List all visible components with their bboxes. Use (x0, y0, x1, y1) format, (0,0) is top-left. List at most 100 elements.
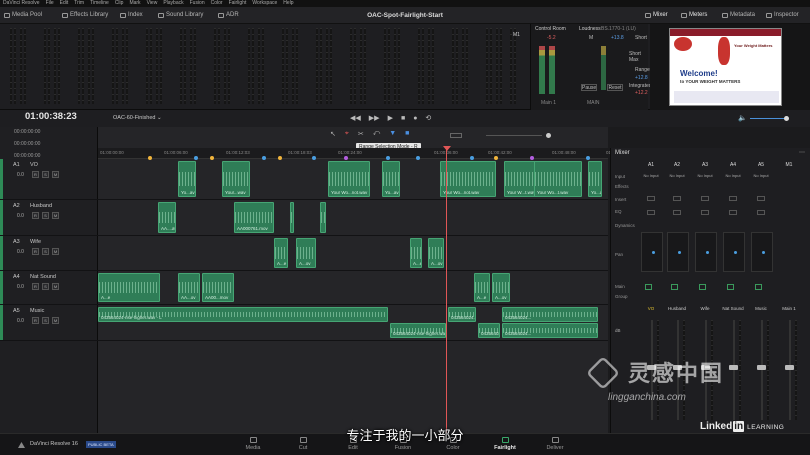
pan-control[interactable] (723, 232, 745, 272)
menu-view[interactable]: View (147, 0, 158, 7)
mixer-slot-button[interactable] (673, 196, 681, 201)
main-bus-button[interactable] (727, 284, 734, 290)
track-lane[interactable]: 043564024-rise-higher.wav - L 043564024-r… (98, 305, 606, 340)
mixer-input-select[interactable]: No Input (693, 173, 717, 178)
reset-button[interactable]: Reset (607, 84, 623, 91)
mixer-slot-button[interactable] (647, 210, 655, 215)
mute-button[interactable]: M (52, 171, 59, 178)
mixer-slot-button[interactable] (673, 210, 681, 215)
sound-library-button[interactable]: Sound Library (158, 7, 203, 24)
track-row-a2[interactable]: A2 Husband 0.0 R S M AA....av AA000761.mov (0, 200, 608, 236)
audio-clip[interactable]: 043564024-rise-higher.wav - R (390, 323, 446, 338)
audio-clip[interactable]: Your Wo...not.wav (440, 161, 496, 197)
audio-clip[interactable] (320, 202, 326, 233)
track-lane[interactable]: A...e AA...ov AA00...mov A...e A...ov (98, 271, 606, 304)
razor-icon[interactable]: ✂ (358, 130, 364, 138)
audio-clip[interactable]: A...ov (296, 238, 316, 268)
track-row-a4[interactable]: A4 Nat Sound 0.0 R S M A...e AA...ov AA00...mov A… (0, 271, 608, 305)
mixer-input-select[interactable]: No Input (665, 173, 689, 178)
dim-output[interactable]: MAIN (587, 100, 600, 106)
media-pool-button[interactable]: Media Pool (4, 7, 42, 24)
audio-clip[interactable]: 043564024-rise-higher.wav - L (98, 307, 388, 322)
menu-playback[interactable]: Playback (163, 0, 183, 7)
track-lane[interactable]: Yo...av Your...wav Your Wo...not.wav Yo...a… (98, 159, 606, 199)
audio-clip[interactable]: A...e (98, 273, 160, 302)
timeline-selector[interactable]: OAC-60-Finished ⌄ (113, 110, 162, 127)
audio-clip[interactable]: Your Wo...not.wav (328, 161, 370, 197)
range-selection-icon[interactable]: ⌖ (345, 130, 349, 138)
menu-file[interactable]: File (46, 0, 54, 7)
audio-clip[interactable]: AA....av (158, 202, 176, 233)
play-icon[interactable]: ▶ (388, 110, 393, 127)
main-bus-button[interactable] (645, 284, 652, 290)
menu-fusion[interactable]: Fusion (190, 0, 205, 7)
audio-clip[interactable]: AA000761.mov (234, 202, 274, 233)
audio-clip[interactable]: AA...ov (178, 273, 200, 302)
index-button[interactable]: Index (120, 7, 143, 24)
menu-workspace[interactable]: Workspace (252, 0, 277, 7)
audio-clip[interactable]: Yo...av (178, 161, 196, 197)
playhead[interactable] (446, 148, 447, 433)
solo-button[interactable]: S (42, 248, 49, 255)
audio-clip[interactable]: Your Wo...t.wav (534, 161, 582, 197)
menu-trim[interactable]: Trim (74, 0, 84, 7)
pan-control[interactable] (751, 232, 773, 272)
inspector-button[interactable]: Inspector (766, 7, 799, 24)
snap-icon[interactable]: ⤺ (373, 130, 380, 138)
pan-control[interactable] (695, 232, 717, 272)
menu-mark[interactable]: Mark (129, 0, 140, 7)
solo-button[interactable]: S (42, 283, 49, 290)
pan-control[interactable] (667, 232, 689, 272)
mixer-slot-button[interactable] (729, 196, 737, 201)
track-lane[interactable]: A...e A...ov A...e A...ov (98, 236, 606, 270)
audio-clip[interactable] (290, 202, 294, 233)
track-row-a5[interactable]: A5 Music 0.0 R S M 043564024-rise-higher.wav -… (0, 305, 608, 341)
volume-slider[interactable] (750, 118, 786, 119)
mute-button[interactable]: M (52, 212, 59, 219)
audio-clip[interactable]: A...e (474, 273, 490, 302)
audio-clip[interactable]: 043564024... (478, 323, 500, 338)
mixer-slot-button[interactable] (647, 196, 655, 201)
effects-library-button[interactable]: Effects Library (62, 7, 108, 24)
adr-button[interactable]: ADR (218, 7, 239, 24)
record-icon[interactable]: ● (413, 110, 417, 127)
menu-clip[interactable]: Clip (115, 0, 124, 7)
main-output[interactable]: Main 1 (541, 100, 556, 106)
more-icon[interactable]: ⋯ (799, 149, 805, 156)
volume-knob[interactable] (784, 116, 789, 121)
record-arm-button[interactable]: R (32, 317, 39, 324)
zoom-knob[interactable] (546, 133, 551, 138)
record-arm-button[interactable]: R (32, 171, 39, 178)
menu-fairlight[interactable]: Fairlight (229, 0, 247, 7)
main-bus-button[interactable] (671, 284, 678, 290)
marker-blue-icon[interactable]: ▼ (389, 130, 396, 138)
mixer-slot-button[interactable] (729, 210, 737, 215)
pan-control[interactable] (641, 232, 663, 272)
solo-button[interactable]: S (42, 317, 49, 324)
mixer-slot-button[interactable] (701, 210, 709, 215)
stop-icon[interactable]: ■ (401, 110, 405, 127)
pointer-tool-icon[interactable]: ↖ (330, 130, 336, 138)
track-row-a1[interactable]: A1 VO 0.0 R S M Yo...av Your...wav Your Wo...not… (0, 159, 608, 200)
menu-app[interactable]: DaVinci Resolve (3, 0, 40, 7)
timeline-ruler[interactable]: 01:00:00:00 01:00:06:00 01:00:12:03 01:00:1… (98, 148, 630, 160)
fast-forward-icon[interactable]: ▶▶ (369, 110, 380, 127)
meters-button[interactable]: Meters (681, 7, 707, 24)
audio-clip[interactable]: 043564024... (448, 307, 476, 322)
zoom-slider[interactable] (486, 135, 542, 136)
mute-button[interactable]: M (52, 317, 59, 324)
main-bus-button[interactable] (699, 284, 706, 290)
record-arm-button[interactable]: R (32, 283, 39, 290)
record-arm-button[interactable]: R (32, 248, 39, 255)
main-bus-button[interactable] (755, 284, 762, 290)
audio-clip[interactable]: A...e (410, 238, 422, 268)
channel-fader[interactable] (789, 320, 791, 420)
pause-button[interactable]: Pause (581, 84, 597, 91)
solo-button[interactable]: S (42, 212, 49, 219)
mute-button[interactable]: M (52, 248, 59, 255)
mixer-input-select[interactable]: No Input (721, 173, 745, 178)
metadata-button[interactable]: Metadata (722, 7, 755, 24)
mute-button[interactable]: M (52, 283, 59, 290)
solo-button[interactable]: S (42, 171, 49, 178)
menu-color[interactable]: Color (211, 0, 223, 7)
